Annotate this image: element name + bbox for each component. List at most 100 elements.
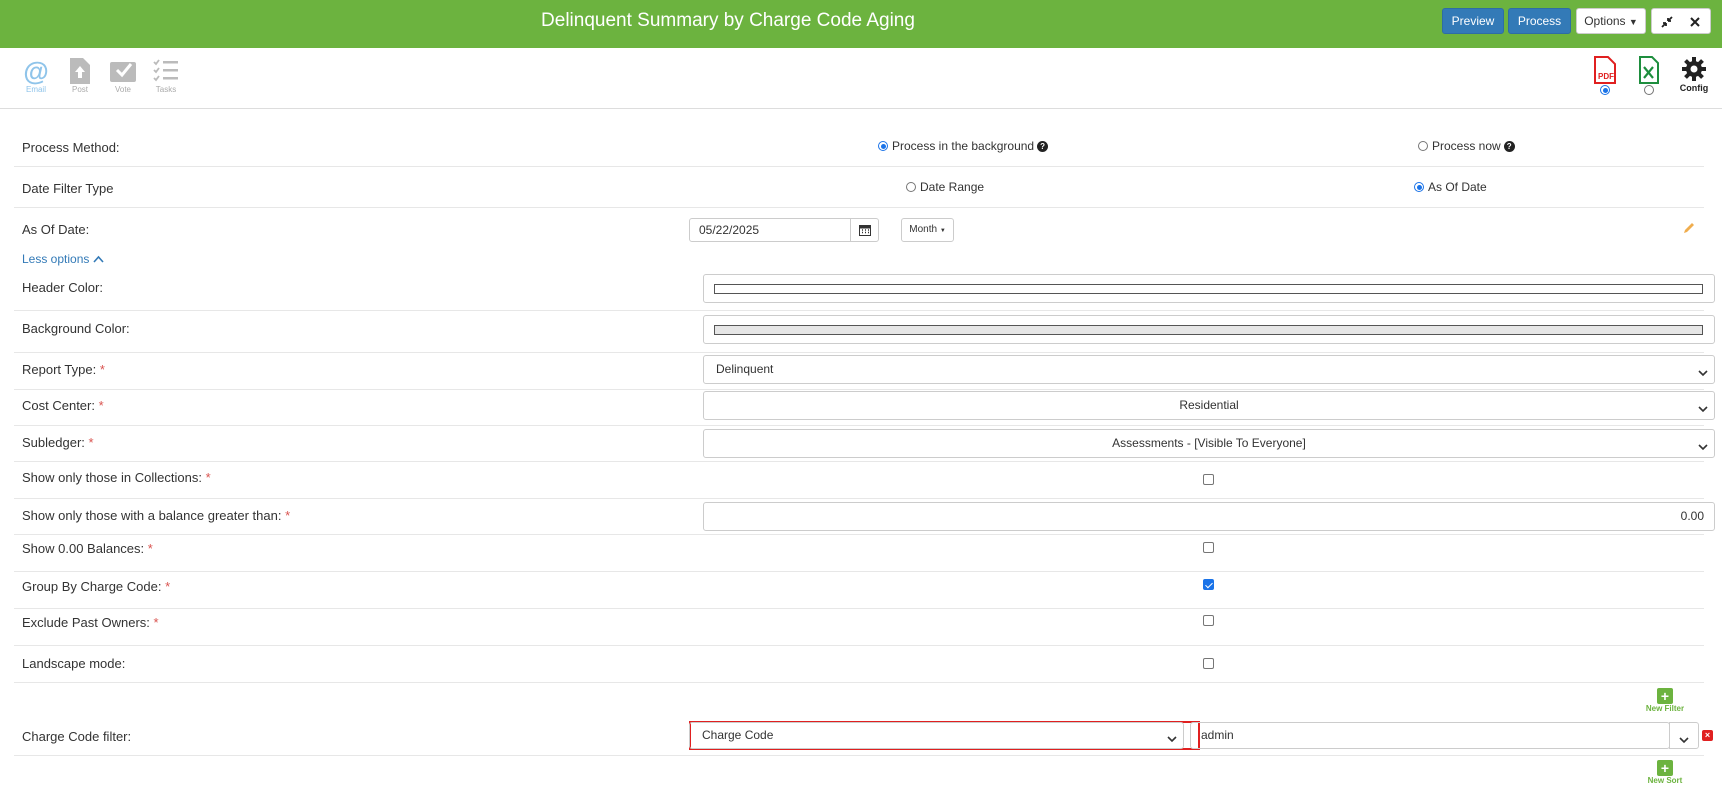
options-label: Options [1584,14,1626,28]
date-range-radio[interactable]: Date Range [906,180,984,194]
report-type-label: Report Type: * [22,362,105,377]
excel-file-icon [1632,56,1666,84]
subledger-label: Subledger: * [22,435,94,450]
help-icon[interactable]: ? [1037,140,1049,152]
email-tool[interactable]: @ Email [18,58,54,94]
vote-tool[interactable]: Vote [105,58,141,94]
zero-balances-checkbox[interactable] [1203,542,1214,553]
collections-label: Show only those in Collections: * [22,470,211,485]
balance-greater-label: Show only those with a balance greater t… [22,508,291,523]
date-filter-type-row: Date Filter Type Date Range As Of Date [14,167,1704,208]
period-dropdown[interactable]: Month ▼ [901,218,954,242]
pencil-icon[interactable] [1682,221,1696,238]
window-controls [1651,8,1711,34]
tasks-tool[interactable]: Tasks [148,58,184,94]
header-color-label: Header Color: [22,280,103,295]
chevron-down-icon [1698,365,1708,380]
calendar-icon[interactable] [850,219,878,241]
as-of-date-field-label: As Of Date: [22,222,90,237]
header-color-swatch [714,284,1703,294]
background-color-input[interactable] [703,315,1715,344]
process-now-label: Process now [1432,139,1501,153]
pdf-format-option[interactable]: PDF [1588,56,1622,95]
process-now-radio[interactable]: Process now ? [1418,139,1515,153]
post-tool[interactable]: Post [62,58,98,94]
excel-format-option[interactable] [1632,56,1666,95]
as-of-date-label: As Of Date [1428,180,1487,194]
chevron-down-icon [1698,439,1708,454]
minimize-icon[interactable] [1655,9,1679,33]
cost-center-label: Cost Center: * [22,398,104,413]
report-type-select[interactable]: Delinquent [703,355,1715,384]
balance-greater-row: Show only those with a balance greater t… [14,499,1715,535]
group-by-charge-code-label: Group By Charge Code: * [22,579,171,594]
collections-row: Show only those in Collections: * [14,462,1704,499]
charge-code-filter-label: Charge Code filter: [22,729,132,744]
ballot-box-icon [105,58,141,84]
as-of-date-value: 05/22/2025 [699,223,760,237]
balance-greater-input[interactable]: 0.00 [703,502,1715,531]
process-method-label: Process Method: [22,140,120,155]
caret-down-icon: ▼ [939,228,946,234]
charge-code-field-value: Charge Code [702,728,774,742]
upload-file-icon [62,58,98,84]
pdf-format-radio[interactable] [1588,85,1622,95]
process-button[interactable]: Process [1508,8,1571,34]
subledger-select[interactable]: Assessments - [Visible To Everyone] [703,429,1715,458]
email-tool-label: Email [25,85,46,94]
as-of-date-input[interactable]: 05/22/2025 [689,218,879,242]
background-color-swatch [714,325,1703,335]
subledger-value: Assessments - [Visible To Everyone] [1112,436,1306,450]
options-dropdown-button[interactable]: Options ▼ [1576,8,1646,34]
close-icon[interactable] [1683,9,1707,33]
exclude-past-owners-checkbox[interactable] [1203,615,1214,626]
cost-center-row: Cost Center: * Residential [14,390,1715,426]
group-by-charge-code-checkbox[interactable] [1203,579,1214,590]
charge-code-filter-row: Charge Code filter: Charge Code admin × [14,719,1713,756]
chevron-up-icon [93,252,104,266]
header-color-row: Header Color: [14,271,1715,311]
balance-greater-value: 0.00 [1680,509,1704,523]
header-color-input[interactable] [703,274,1715,303]
charge-code-value-dropdown[interactable] [1669,722,1699,749]
new-filter-label: New Filter [1645,704,1685,713]
background-color-row: Background Color: [14,311,1715,353]
landscape-mode-row: Landscape mode: [14,646,1704,683]
process-background-label: Process in the background [892,139,1035,153]
landscape-mode-label: Landscape mode: [22,656,126,671]
chevron-down-icon [1167,731,1177,746]
help-icon[interactable]: ? [1503,140,1515,152]
chevron-down-icon [1679,732,1689,747]
charge-code-field-select[interactable]: Charge Code [689,722,1184,749]
new-sort-button[interactable]: + New Sort [1640,760,1690,785]
collections-checkbox[interactable] [1203,474,1214,485]
period-value: Month [909,224,938,235]
new-filter-button[interactable]: + New Filter [1640,688,1690,713]
process-background-radio[interactable]: Process in the background ? [878,139,1049,153]
post-tool-label: Post [71,85,88,94]
less-options-link[interactable]: Less options [22,252,104,266]
cost-center-select[interactable]: Residential [703,391,1715,420]
as-of-date-radio[interactable]: As Of Date [1414,180,1487,194]
header-bar: Delinquent Summary by Charge Code Aging … [0,0,1722,48]
vote-tool-label: Vote [114,85,131,94]
excel-format-radio[interactable] [1632,85,1666,95]
report-type-value: Delinquent [716,362,774,376]
exclude-past-owners-row: Exclude Past Owners: * [14,609,1704,646]
config-tool-label: Config [1679,83,1709,93]
date-filter-type-label: Date Filter Type [22,181,114,196]
zero-balances-row: Show 0.00 Balances: * [14,535,1704,572]
chevron-down-icon [1698,401,1708,416]
page-title: Delinquent Summary by Charge Code Aging [541,10,915,31]
config-tool[interactable]: Config [1674,56,1714,93]
landscape-mode-checkbox[interactable] [1203,658,1214,669]
exclude-past-owners-label: Exclude Past Owners: * [22,615,159,630]
preview-button[interactable]: Preview [1442,8,1504,34]
new-sort-label: New Sort [1647,776,1683,785]
charge-code-value-input[interactable]: admin [1190,722,1670,749]
action-toolbar: @ Email Post Vote Tasks PDF Config [0,48,1722,109]
at-sign-icon: @ [23,56,49,86]
plus-icon: + [1657,688,1673,704]
remove-filter-icon[interactable]: × [1702,730,1713,741]
pdf-file-icon: PDF [1588,56,1622,84]
